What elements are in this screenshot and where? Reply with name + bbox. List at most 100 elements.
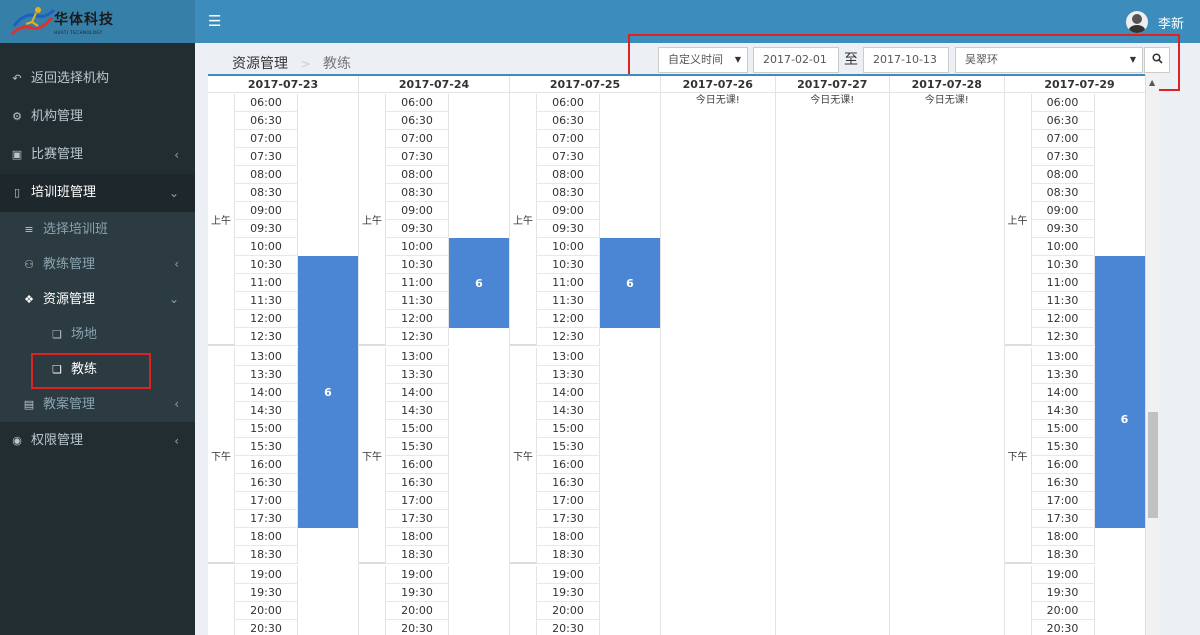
time-slot[interactable]: 17:00: [1031, 492, 1095, 510]
time-slot[interactable]: 07:00: [235, 130, 298, 148]
sidebar-item-match[interactable]: ▣ 比赛管理 ‹: [0, 136, 195, 174]
time-slot[interactable]: 13:00: [1031, 348, 1095, 366]
time-slot[interactable]: 07:00: [386, 130, 449, 148]
time-slot[interactable]: 10:00: [386, 238, 449, 256]
time-slot[interactable]: 19:30: [386, 584, 449, 602]
time-slot[interactable]: 09:30: [1031, 220, 1095, 238]
time-slot[interactable]: 08:30: [386, 184, 449, 202]
time-slot[interactable]: 09:00: [1031, 202, 1095, 220]
time-slot[interactable]: 16:30: [537, 474, 600, 492]
time-slot[interactable]: 16:00: [1031, 456, 1095, 474]
time-slot[interactable]: 17:00: [235, 492, 298, 510]
time-slot[interactable]: 18:00: [537, 528, 600, 546]
time-slot[interactable]: 19:30: [537, 584, 600, 602]
time-slot[interactable]: 15:30: [537, 438, 600, 456]
time-slot[interactable]: 17:00: [386, 492, 449, 510]
sidebar-item-back[interactable]: ↶ 返回选择机构: [0, 60, 195, 98]
time-slot[interactable]: 10:30: [386, 256, 449, 274]
time-slot[interactable]: 13:00: [537, 348, 600, 366]
time-slot[interactable]: 06:30: [235, 112, 298, 130]
time-slot[interactable]: 18:30: [537, 546, 600, 564]
time-slot[interactable]: 06:00: [386, 94, 449, 112]
sidebar-item-coach-mgmt[interactable]: ⚇ 教练管理 ‹: [0, 247, 195, 282]
time-slot[interactable]: 15:00: [386, 420, 449, 438]
time-slot[interactable]: 15:00: [1031, 420, 1095, 438]
time-slot[interactable]: 11:30: [386, 292, 449, 310]
booking-block[interactable]: 6: [449, 238, 509, 328]
time-slot[interactable]: 16:00: [537, 456, 600, 474]
time-slot[interactable]: 07:00: [1031, 130, 1095, 148]
time-slot[interactable]: 07:00: [537, 130, 600, 148]
time-slot[interactable]: 12:30: [386, 328, 449, 346]
time-slot[interactable]: 15:30: [386, 438, 449, 456]
sidebar-item-permission[interactable]: ◉ 权限管理 ‹: [0, 422, 195, 460]
time-slot[interactable]: 11:30: [1031, 292, 1095, 310]
time-slot[interactable]: 13:30: [537, 366, 600, 384]
time-slot[interactable]: 10:30: [537, 256, 600, 274]
time-slot[interactable]: 19:00: [235, 566, 298, 584]
time-slot[interactable]: 19:00: [537, 566, 600, 584]
time-slot[interactable]: 06:00: [235, 94, 298, 112]
time-slot[interactable]: 17:30: [386, 510, 449, 528]
time-slot[interactable]: 07:30: [537, 148, 600, 166]
time-slot[interactable]: 17:30: [235, 510, 298, 528]
time-slot[interactable]: 13:30: [235, 366, 298, 384]
time-slot[interactable]: 11:00: [235, 274, 298, 292]
time-slot[interactable]: 17:30: [1031, 510, 1095, 528]
time-slot[interactable]: 14:30: [386, 402, 449, 420]
time-slot[interactable]: 13:00: [235, 348, 298, 366]
time-slot[interactable]: 16:30: [1031, 474, 1095, 492]
time-slot[interactable]: 11:00: [537, 274, 600, 292]
sidebar-item-training[interactable]: ▯ 培训班管理 ⌄: [0, 174, 195, 212]
time-slot[interactable]: 08:00: [537, 166, 600, 184]
time-slot[interactable]: 14:30: [235, 402, 298, 420]
time-slot[interactable]: 09:00: [537, 202, 600, 220]
time-slot[interactable]: 12:30: [235, 328, 298, 346]
time-slot[interactable]: 20:30: [235, 620, 298, 635]
time-slot[interactable]: 19:30: [235, 584, 298, 602]
time-slot[interactable]: 14:30: [537, 402, 600, 420]
scrollbar[interactable]: ▲: [1145, 74, 1159, 635]
time-slot[interactable]: 16:30: [235, 474, 298, 492]
time-slot[interactable]: 13:30: [386, 366, 449, 384]
time-slot[interactable]: 17:30: [537, 510, 600, 528]
time-slot[interactable]: 15:00: [235, 420, 298, 438]
time-slot[interactable]: 20:00: [537, 602, 600, 620]
time-slot[interactable]: 09:30: [235, 220, 298, 238]
time-slot[interactable]: 08:30: [1031, 184, 1095, 202]
time-slot[interactable]: 10:00: [537, 238, 600, 256]
time-slot[interactable]: 12:00: [235, 310, 298, 328]
booking-block[interactable]: 6: [298, 256, 358, 528]
sidebar-item-resource[interactable]: ❖ 资源管理 ⌄: [0, 282, 195, 317]
time-slot[interactable]: 11:00: [386, 274, 449, 292]
time-slot[interactable]: 09:00: [235, 202, 298, 220]
scroll-up-icon[interactable]: ▲: [1149, 78, 1155, 87]
time-slot[interactable]: 20:00: [1031, 602, 1095, 620]
time-slot[interactable]: 10:30: [1031, 256, 1095, 274]
time-slot[interactable]: 20:00: [235, 602, 298, 620]
sidebar-item-lesson-plan[interactable]: ▤ 教案管理 ‹: [0, 387, 195, 422]
time-slot[interactable]: 19:00: [386, 566, 449, 584]
time-slot[interactable]: 18:00: [235, 528, 298, 546]
time-slot[interactable]: 07:30: [1031, 148, 1095, 166]
time-slot[interactable]: 18:30: [235, 546, 298, 564]
time-slot[interactable]: 11:30: [537, 292, 600, 310]
time-slot[interactable]: 07:30: [235, 148, 298, 166]
time-slot[interactable]: 08:00: [386, 166, 449, 184]
time-slot[interactable]: 09:30: [537, 220, 600, 238]
time-slot[interactable]: 06:30: [386, 112, 449, 130]
time-slot[interactable]: 07:30: [386, 148, 449, 166]
menu-toggle-icon[interactable]: ☰: [208, 12, 221, 30]
logo-area[interactable]: 华体科技 HUATI TECHNOLOGY: [0, 0, 195, 43]
time-slot[interactable]: 06:30: [537, 112, 600, 130]
time-slot[interactable]: 20:30: [537, 620, 600, 635]
time-slot[interactable]: 08:00: [1031, 166, 1095, 184]
scrollbar-thumb[interactable]: [1148, 412, 1158, 518]
time-slot[interactable]: 08:30: [537, 184, 600, 202]
time-slot[interactable]: 19:30: [1031, 584, 1095, 602]
time-slot[interactable]: 12:00: [1031, 310, 1095, 328]
time-slot[interactable]: 12:00: [537, 310, 600, 328]
time-slot[interactable]: 20:30: [1032, 620, 1095, 635]
time-slot[interactable]: 14:30: [1031, 402, 1095, 420]
breadcrumb-root[interactable]: 资源管理: [232, 56, 288, 72]
